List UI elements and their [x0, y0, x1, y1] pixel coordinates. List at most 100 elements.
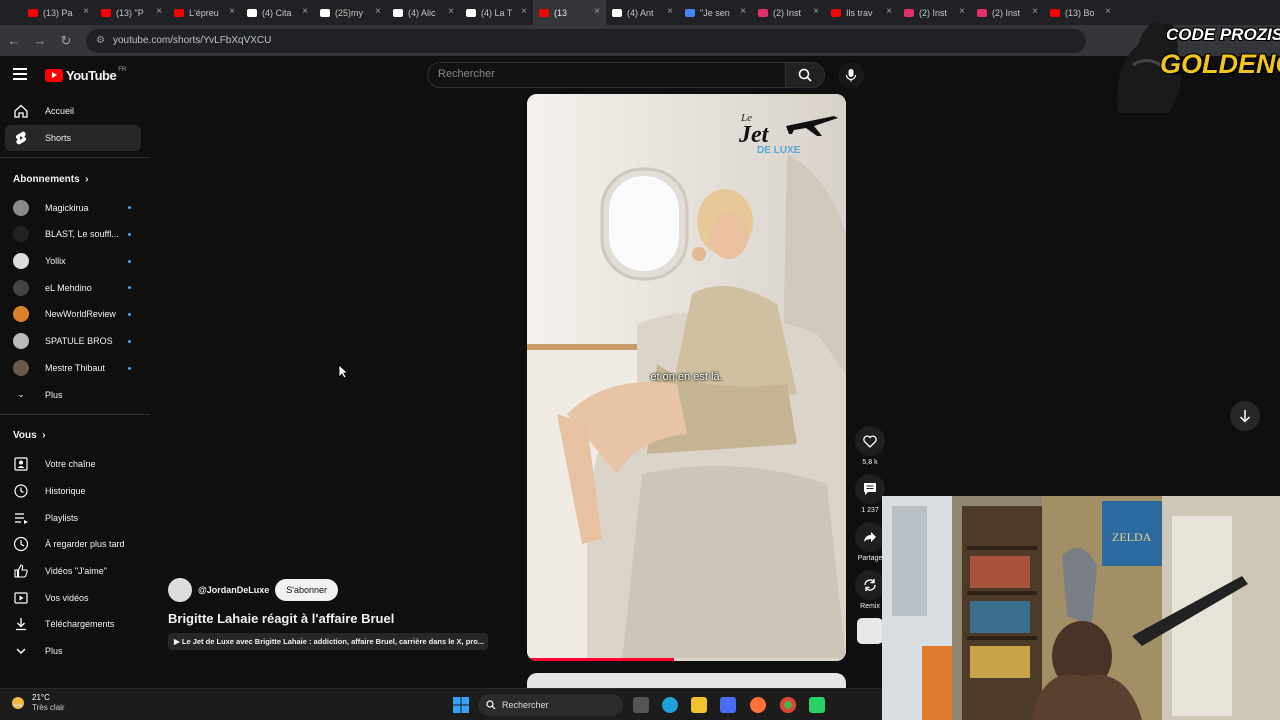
playlist-icon: [13, 510, 29, 526]
sidebar-item-el-mehdino[interactable]: eL Mehdino: [0, 274, 145, 301]
close-tab-icon[interactable]: ×: [813, 6, 819, 17]
channel-icon: [13, 456, 29, 472]
browser-tab[interactable]: (13) "P ×: [95, 0, 168, 25]
chevron-down-icon: [13, 643, 29, 659]
search-input[interactable]: Rechercher: [427, 62, 786, 88]
edge-icon[interactable]: [662, 697, 678, 713]
tab-label: (13) Bo: [1065, 7, 1095, 18]
browser-tab[interactable]: (4) Ant ×: [606, 0, 679, 25]
sidebar-item-label: Plus: [45, 389, 63, 400]
close-tab-icon[interactable]: ×: [886, 6, 892, 17]
tab-label: (4) Cita: [262, 7, 292, 18]
close-tab-icon[interactable]: ×: [156, 6, 162, 17]
browser-tab[interactable]: (2) Inst ×: [898, 0, 971, 25]
short-title[interactable]: Brigitte Lahaie réagit à l'affaire Bruel: [168, 611, 498, 626]
app-icon[interactable]: [809, 697, 825, 713]
sidebar-item-spatule-bros[interactable]: SPATULE BROS: [0, 328, 145, 355]
browser-tab[interactable]: (13) Bo ×: [1044, 0, 1117, 25]
like-button[interactable]: [855, 426, 885, 456]
windows-start-icon[interactable]: [453, 697, 469, 713]
sidebar-item-votre-cha-ne[interactable]: Votre chaîne: [0, 451, 145, 478]
remix-button[interactable]: [855, 570, 885, 600]
next-short-button[interactable]: [1230, 401, 1260, 431]
tab-label: (4) Ant: [627, 7, 654, 18]
sidebar-item-magickirua[interactable]: Magickirua: [0, 194, 145, 221]
remix-action: Remix: [855, 570, 885, 610]
browser-tab[interactable]: (13) Pa ×: [22, 0, 95, 25]
subscribe-button[interactable]: S'abonner: [275, 579, 339, 601]
sidebar-item-mestre-thibaut[interactable]: Mestre Thibaut: [0, 355, 145, 382]
back-icon[interactable]: ←: [2, 29, 26, 53]
search-button[interactable]: [785, 62, 825, 88]
short-metadata: @JordanDeLuxe S'abonner Brigitte Lahaie …: [168, 578, 498, 650]
store-icon[interactable]: [720, 697, 736, 713]
sidebar-item-historique[interactable]: Historique: [0, 478, 145, 505]
browser-tab[interactable]: (25)my ×: [314, 0, 387, 25]
region-code: FR: [118, 66, 127, 73]
close-tab-icon[interactable]: ×: [667, 6, 673, 17]
close-tab-icon[interactable]: ×: [1032, 6, 1038, 17]
sidebar-item-yollix[interactable]: Yollix: [0, 248, 145, 275]
sidebar-item-t-l-chargements[interactable]: Téléchargements: [0, 611, 145, 638]
sidebar-item-newworldreview[interactable]: NewWorldReview: [0, 301, 145, 328]
close-tab-icon[interactable]: ×: [959, 6, 965, 17]
subscriptions-heading[interactable]: Abonnements ›: [0, 164, 152, 194]
firefox-icon[interactable]: [750, 697, 766, 713]
chevron-right-icon: ›: [42, 430, 46, 442]
sidebar-item-plus[interactable]: Plus: [0, 638, 145, 665]
sidebar-item-playlists[interactable]: Playlists: [0, 504, 145, 531]
close-tab-icon[interactable]: ×: [83, 6, 89, 17]
sidebar-item-vid-os-j-aime[interactable]: Vidéos "J'aime": [0, 558, 145, 585]
sidebar-more-subscriptions[interactable]: ⌄ Plus: [0, 381, 145, 408]
channel-name[interactable]: @JordanDeLuxe: [198, 585, 269, 595]
forward-icon[interactable]: →: [28, 29, 52, 53]
related-video-chip[interactable]: ▶ Le Jet de Luxe avec Brigitte Lahaie : …: [168, 633, 488, 650]
chevron-right-icon: ›: [85, 173, 89, 185]
comment-button[interactable]: [855, 474, 885, 504]
browser-tab[interactable]: (4) Cita ×: [241, 0, 314, 25]
browser-tab[interactable]: "Je sen ×: [679, 0, 752, 25]
channel-avatar[interactable]: [168, 578, 192, 602]
close-tab-icon[interactable]: ×: [302, 6, 308, 17]
chrome-icon[interactable]: [780, 697, 796, 713]
youtube-logo[interactable]: YouTube FR: [45, 66, 127, 83]
file-explorer-icon[interactable]: [691, 697, 707, 713]
browser-tab[interactable]: (4) Alic ×: [387, 0, 460, 25]
sidebar-item-regarder-plus-tard[interactable]: À regarder plus tard: [0, 531, 145, 558]
browser-tab[interactable]: Ils trav ×: [825, 0, 898, 25]
youtube-icon: [831, 8, 841, 17]
task-view-icon[interactable]: [633, 697, 649, 713]
browser-tab[interactable]: (2) Inst ×: [971, 0, 1044, 25]
menu-icon[interactable]: [13, 68, 27, 80]
reload-icon[interactable]: ↻: [54, 29, 78, 53]
video-progress-bar[interactable]: [527, 658, 846, 661]
close-tab-icon[interactable]: ×: [740, 6, 746, 17]
close-tab-icon[interactable]: ×: [448, 6, 454, 17]
audio-thumbnail[interactable]: [855, 618, 885, 644]
share-button[interactable]: [855, 522, 885, 552]
sidebar-item-shorts[interactable]: Shorts: [5, 124, 141, 152]
browser-tab[interactable]: (4) La T ×: [460, 0, 533, 25]
close-tab-icon[interactable]: ×: [375, 6, 381, 17]
voice-search-button[interactable]: [838, 62, 864, 88]
close-tab-icon[interactable]: ×: [521, 6, 527, 17]
new-content-dot: [128, 366, 131, 370]
you-heading[interactable]: Vous ›: [0, 421, 152, 451]
sidebar-item-accueil[interactable]: Accueil: [0, 98, 145, 125]
sidebar-item-vos-vid-os[interactable]: Vos vidéos: [0, 584, 145, 611]
search-icon: [486, 700, 496, 710]
history-icon: [13, 483, 29, 499]
browser-tab[interactable]: (2) Inst ×: [752, 0, 825, 25]
progress-fill: [527, 658, 674, 661]
browser-tab[interactable]: (13 ×: [533, 0, 606, 25]
sidebar-item-label: Votre chaîne: [45, 459, 96, 470]
address-bar[interactable]: ⚙ youtube.com/shorts/YvLFbXqVXCU: [86, 28, 1086, 53]
browser-tab[interactable]: L'épreu ×: [168, 0, 241, 25]
taskbar-search[interactable]: Rechercher: [478, 694, 623, 716]
sidebar-item-blast-le-souffl[interactable]: BLAST, Le souffl...: [0, 221, 145, 248]
short-video-player[interactable]: Le Jet DE LUXE et on en est là.: [527, 94, 846, 661]
weather-widget[interactable]: 21°C Très clair: [10, 693, 65, 713]
close-tab-icon[interactable]: ×: [229, 6, 235, 17]
site-info-icon[interactable]: ⚙: [96, 35, 105, 46]
close-tab-icon[interactable]: ×: [594, 6, 600, 17]
